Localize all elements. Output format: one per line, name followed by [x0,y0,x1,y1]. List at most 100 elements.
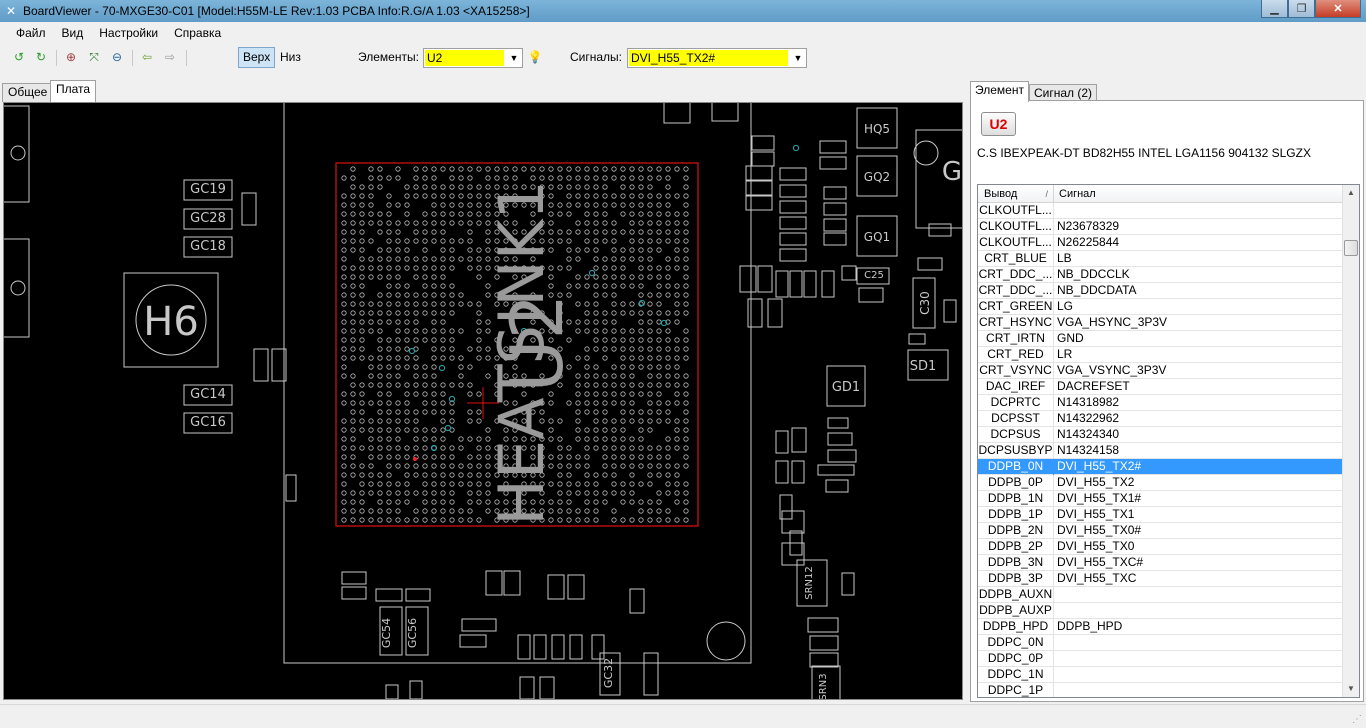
bga-pad [431,490,437,496]
table-row[interactable]: DDPB_0P DVI_H55_TX2 [978,475,1342,491]
tab-board[interactable]: Плата [50,80,97,102]
bga-pad [404,184,410,190]
bga-pad [449,382,455,388]
bga-pad [665,400,671,406]
vertical-scrollbar[interactable]: ▲ ▼ [1342,185,1359,697]
table-row[interactable]: DAC_IREF DACREFSET [978,379,1342,395]
table-row[interactable]: DDPC_1N [978,667,1342,683]
table-row[interactable]: DDPB_AUXN [978,587,1342,603]
table-row[interactable]: CRT_VSYNC VGA_VSYNC_3P3V [978,363,1342,379]
table-row[interactable]: DDPB_2P DVI_H55_TX0 [978,539,1342,555]
table-row[interactable]: DCPSUS N14324340 [978,427,1342,443]
rotate-right-icon[interactable]: ↻ [32,49,50,65]
menu-settings[interactable]: Настройки [91,26,166,40]
table-row[interactable]: DDPB_1N DVI_H55_TX1# [978,491,1342,507]
table-row[interactable]: DDPC_1P [978,683,1342,697]
bga-pad [368,418,374,424]
bga-pad [647,409,653,415]
view-bottom-button[interactable]: Низ [275,47,306,68]
table-row[interactable]: CRT_DDC_... NB_DDCDATA [978,283,1342,299]
scroll-down-icon[interactable]: ▼ [1343,681,1359,697]
bga-pad [341,292,347,298]
menu-view[interactable]: Вид [54,26,92,40]
arrow-right-icon[interactable]: ⇨ [161,49,179,65]
table-row[interactable]: DDPB_3P DVI_H55_TXC [978,571,1342,587]
table-row[interactable]: DDPC_0N [978,635,1342,651]
signals-combo[interactable]: DVI_H55_TX2# ▼ [627,48,807,68]
bga-pad [377,499,383,505]
bga-pad [368,436,374,442]
tab-element[interactable]: Элемент [970,81,1029,102]
rotate-left-icon[interactable]: ↺ [10,49,28,65]
bga-pad [647,220,653,226]
table-row[interactable]: CRT_BLUE LB [978,251,1342,267]
table-row[interactable]: CLKOUTFL... [978,203,1342,219]
bga-pad [611,292,617,298]
table-row[interactable]: CRT_IRTN GND [978,331,1342,347]
table-row[interactable]: CLKOUTFL... N23678329 [978,219,1342,235]
table-row[interactable]: DCPRTC N14318982 [978,395,1342,411]
bga-pad [566,283,572,289]
component-outline [908,333,926,345]
table-row[interactable]: DDPB_3N DVI_H55_TXC# [978,555,1342,571]
table-row[interactable]: CRT_GREEN LG [978,299,1342,315]
board-canvas[interactable]: HEATSINK1 U2 H6 GC19 GC28 GC18 GC14 GC16… [3,102,963,700]
menu-file[interactable]: Файл [8,26,54,40]
bga-pad [404,319,410,325]
bga-pad [665,184,671,190]
table-row[interactable]: CLKOUTFL... N26225844 [978,235,1342,251]
bga-pad [602,382,608,388]
table-row[interactable]: DDPB_1P DVI_H55_TX1 [978,507,1342,523]
pin-table[interactable]: Вывод / Сигнал CLKOUTFL... CLKOUTFL... N236… [977,184,1360,698]
resize-grip-icon[interactable]: ⋰ [1352,714,1364,726]
column-header-pin[interactable]: Вывод / [978,185,1054,203]
table-row[interactable]: DDPB_2N DVI_H55_TX0# [978,523,1342,539]
table-row[interactable]: DCPSUSBYP N14324158 [978,443,1342,459]
elements-combo[interactable]: U2 ▼ [423,48,523,68]
zoom-out-icon[interactable]: ⊖ [108,49,126,65]
lightbulb-icon[interactable]: 💡 [526,49,544,65]
table-row[interactable]: CRT_DDC_... NB_DDCCLK [978,267,1342,283]
table-row[interactable]: DCPSST N14322962 [978,411,1342,427]
board-drawing[interactable]: HEATSINK1 U2 H6 GC19 GC28 GC18 GC14 GC16… [4,103,962,699]
table-row[interactable]: CRT_RED LR [978,347,1342,363]
element-name-button[interactable]: U2 [981,112,1016,136]
bga-pad [440,202,446,208]
arrow-left-icon[interactable]: ⇦ [138,49,156,65]
signal-cell: DVI_H55_TX2# [1057,459,1142,473]
bga-pad [656,409,662,415]
menu-help[interactable]: Справка [166,26,229,40]
component-outline [591,634,605,660]
bga-pad [683,346,689,352]
table-row[interactable]: DDPB_0N DVI_H55_TX2# [978,459,1342,475]
bga-pad [566,481,572,487]
signal-cell: DACREFSET [1057,379,1130,393]
bga-pad [593,166,599,172]
zoom-fit-icon[interactable]: ⤧ [85,49,103,65]
chevron-down-icon[interactable]: ▼ [790,49,806,67]
table-row[interactable]: DDPC_0P [978,651,1342,667]
bga-pad [377,355,383,361]
scroll-up-icon[interactable]: ▲ [1343,185,1359,201]
bga-pad [350,472,356,478]
minimize-button[interactable]: ▁ [1261,0,1288,18]
bga-pad [575,454,581,460]
zoom-in-icon[interactable]: ⊕ [62,49,80,65]
bga-pad [575,220,581,226]
bga-pad [440,265,446,271]
signals-label: Сигналы: [570,50,623,64]
bga-pad [665,517,671,523]
tab-general[interactable]: Общее [2,83,54,102]
maximize-button[interactable]: ❐ [1288,0,1315,18]
bga-pad [431,499,437,505]
chevron-down-icon[interactable]: ▼ [506,49,522,67]
bga-pad [395,445,401,451]
scroll-thumb[interactable] [1344,240,1358,256]
table-row[interactable]: DDPB_HPD DDPB_HPD [978,619,1342,635]
view-top-button[interactable]: Верх [238,47,276,68]
close-button[interactable]: ✕ [1315,0,1361,18]
table-row[interactable]: DDPB_AUXP [978,603,1342,619]
bga-pad [575,283,581,289]
column-header-signal[interactable]: Сигнал [1055,185,1096,203]
table-row[interactable]: CRT_HSYNC VGA_HSYNC_3P3V [978,315,1342,331]
